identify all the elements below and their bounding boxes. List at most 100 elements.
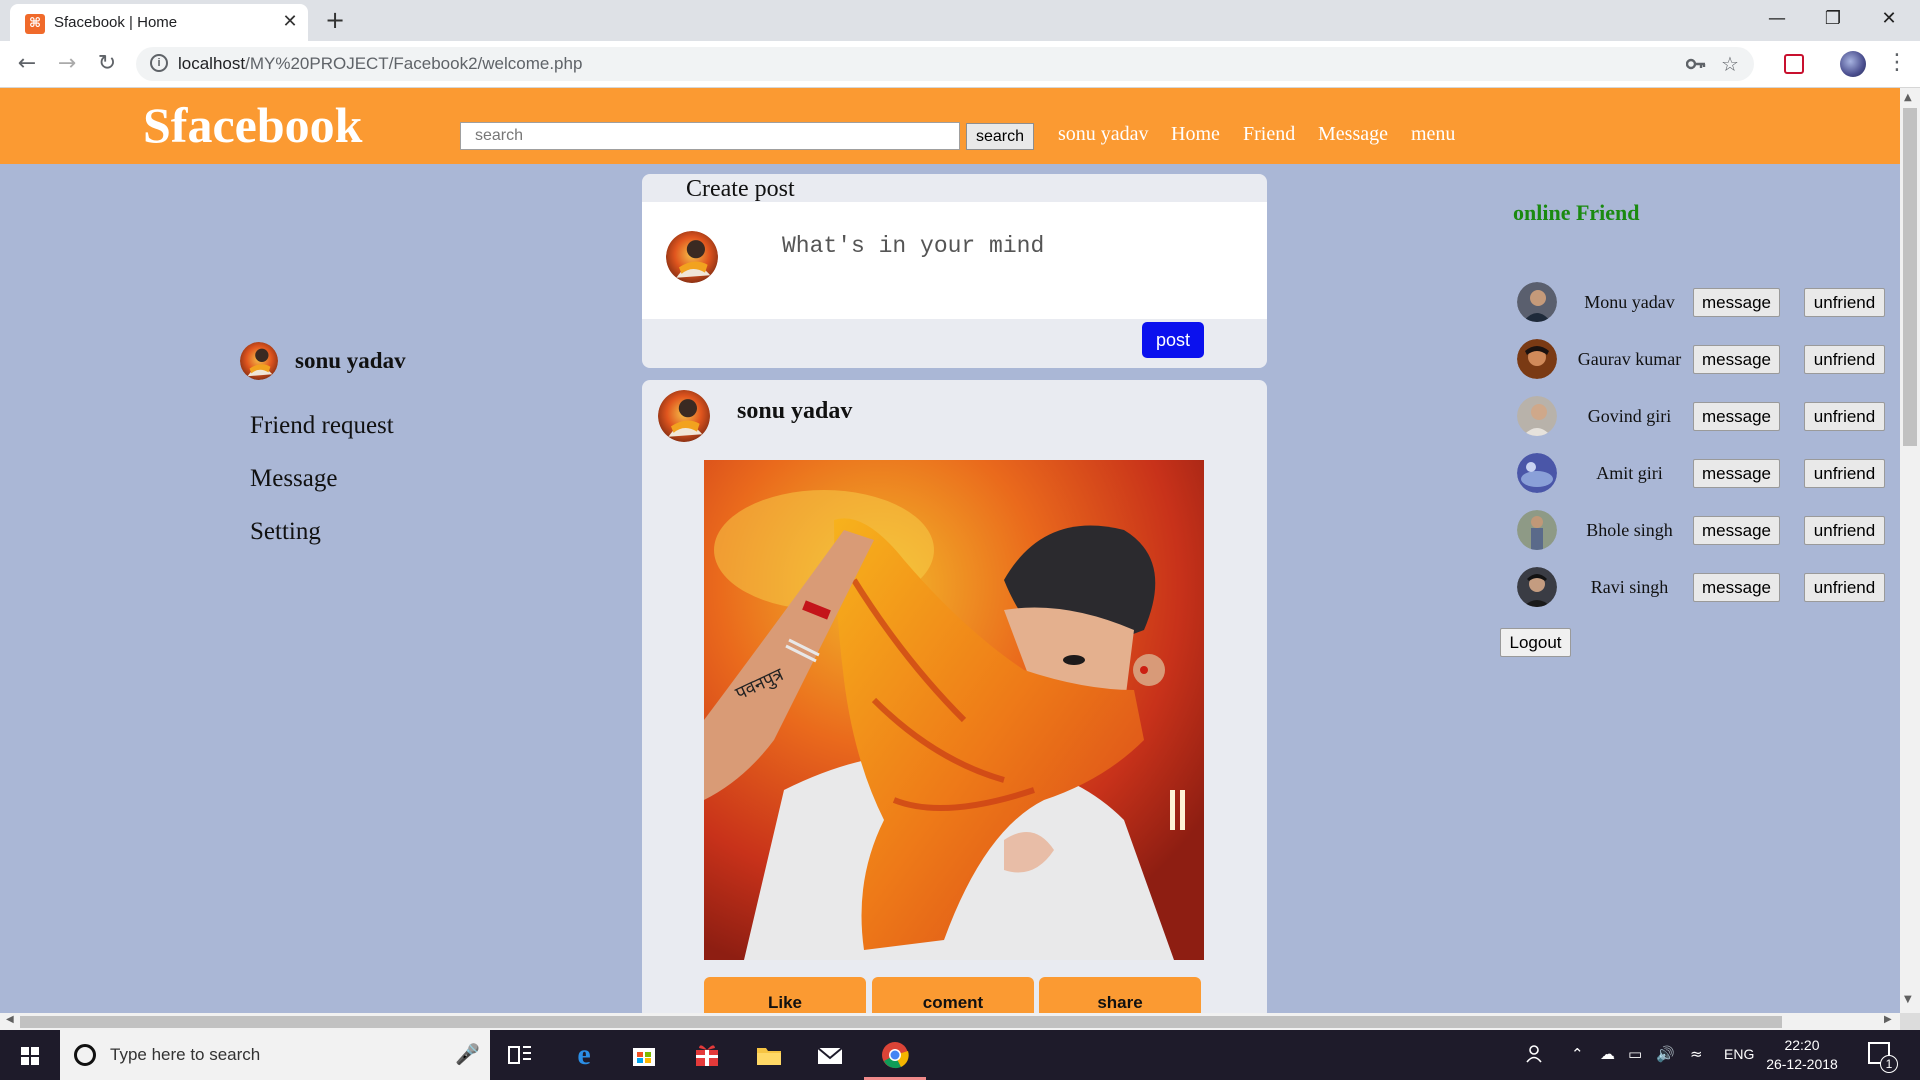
nav-link-message[interactable]: Message — [1318, 123, 1388, 146]
new-tab-icon[interactable]: + — [325, 6, 345, 34]
onedrive-icon[interactable]: ☁ — [1600, 1045, 1615, 1063]
friend-avatar[interactable] — [1517, 282, 1557, 322]
like-button[interactable]: Like — [704, 977, 866, 1017]
chrome-icon[interactable] — [878, 1038, 912, 1072]
friend-name[interactable]: Ravi singh — [1572, 577, 1687, 598]
message-friend-button[interactable]: message — [1693, 402, 1780, 431]
reload-icon[interactable]: ↻ — [92, 49, 122, 79]
search-button[interactable]: search — [966, 123, 1034, 150]
friend-avatar[interactable] — [1517, 510, 1557, 550]
profile-avatar[interactable] — [1840, 51, 1866, 77]
vertical-scroll-thumb[interactable] — [1903, 108, 1917, 446]
wifi-icon[interactable]: ≈ — [1690, 1045, 1703, 1063]
nav-link-profile[interactable]: sonu yadav — [1058, 123, 1149, 146]
friend-name[interactable]: Monu yadav — [1572, 292, 1687, 313]
search-input[interactable] — [460, 122, 960, 150]
windows-logo-icon — [21, 1047, 39, 1065]
gift-app-icon[interactable] — [690, 1038, 724, 1072]
mail-icon[interactable] — [813, 1038, 847, 1072]
unfriend-button[interactable]: unfriend — [1804, 402, 1885, 431]
composer-avatar — [666, 231, 718, 283]
people-icon[interactable] — [1526, 1044, 1546, 1064]
unfriend-button[interactable]: unfriend — [1804, 459, 1885, 488]
microphone-icon[interactable]: 🎤 — [455, 1042, 480, 1066]
share-button[interactable]: share — [1039, 977, 1201, 1017]
user-avatar[interactable] — [240, 342, 278, 380]
forward-icon[interactable]: → — [52, 49, 82, 79]
message-friend-button[interactable]: message — [1693, 288, 1780, 317]
setting-link[interactable]: Setting — [250, 518, 321, 546]
extension-icon[interactable] — [1784, 54, 1804, 74]
friend-avatar[interactable] — [1517, 396, 1557, 436]
unfriend-button[interactable]: unfriend — [1804, 288, 1885, 317]
create-post-card: Create post post — [642, 174, 1267, 368]
site-info-icon[interactable]: i — [150, 54, 168, 72]
back-icon[interactable]: ← — [12, 49, 42, 79]
message-friend-button[interactable]: message — [1693, 516, 1780, 545]
friend-avatar[interactable] — [1517, 453, 1557, 493]
create-post-title: Create post — [686, 176, 795, 202]
minimize-window-icon[interactable]: — — [1754, 4, 1800, 34]
browser-tab[interactable]: ⌘ Sfacebook | Home ✕ — [10, 4, 308, 41]
task-view-icon[interactable] — [503, 1038, 537, 1072]
clock-date: 26-12-2018 — [1766, 1056, 1838, 1072]
file-explorer-icon[interactable] — [752, 1038, 786, 1072]
start-button[interactable] — [0, 1030, 60, 1080]
friend-name[interactable]: Govind giri — [1572, 406, 1687, 427]
user-name[interactable]: sonu yadav — [295, 348, 406, 374]
friend-row: Amit giri message unfriend — [1517, 453, 1887, 493]
message-friend-button[interactable]: message — [1693, 573, 1780, 602]
bookmark-star-icon[interactable]: ☆ — [1721, 52, 1739, 76]
nav-link-home[interactable]: Home — [1171, 123, 1220, 146]
scroll-left-icon[interactable]: ◀ — [6, 1014, 14, 1025]
friend-name[interactable]: Bhole singh — [1572, 520, 1687, 541]
post-button[interactable]: post — [1142, 322, 1204, 358]
comment-button[interactable]: coment — [872, 977, 1034, 1017]
horizontal-scrollbar[interactable]: ◀ ▶ — [0, 1013, 1900, 1030]
restore-window-icon[interactable]: ❐ — [1810, 4, 1856, 34]
unfriend-button[interactable]: unfriend — [1804, 516, 1885, 545]
battery-icon[interactable]: ▭ — [1628, 1045, 1642, 1063]
unfriend-button[interactable]: unfriend — [1804, 345, 1885, 374]
store-icon[interactable] — [627, 1038, 661, 1072]
scroll-right-icon[interactable]: ▶ — [1884, 1014, 1892, 1025]
friend-row: Monu yadav message unfriend — [1517, 282, 1887, 322]
friend-name[interactable]: Gaurav kumar — [1572, 349, 1687, 370]
edge-browser-icon[interactable]: e — [567, 1038, 601, 1072]
close-window-icon[interactable]: ✕ — [1866, 4, 1912, 34]
windows-taskbar: Type here to search 🎤 e ⌃ ☁ ▭ 🔊 ≈ ENG 22… — [0, 1030, 1920, 1080]
friend-name[interactable]: Amit giri — [1572, 463, 1687, 484]
tab-title: Sfacebook | Home — [54, 14, 178, 31]
friend-request-link[interactable]: Friend request — [250, 412, 394, 440]
post-photo[interactable]: पवनपुत्र — [704, 460, 1204, 960]
taskbar-search-box[interactable]: Type here to search 🎤 — [60, 1030, 490, 1080]
volume-icon[interactable]: 🔊 — [1656, 1045, 1675, 1063]
language-indicator[interactable]: ENG — [1724, 1046, 1754, 1062]
site-logo[interactable]: Sfacebook — [143, 96, 362, 154]
post-author-avatar[interactable] — [658, 390, 710, 442]
post-text-input[interactable] — [782, 226, 1242, 266]
show-hidden-icons-icon[interactable]: ⌃ — [1571, 1045, 1584, 1063]
horizontal-scroll-thumb[interactable] — [20, 1016, 1782, 1028]
message-friend-button[interactable]: message — [1693, 345, 1780, 374]
message-friend-button[interactable]: message — [1693, 459, 1780, 488]
address-bar[interactable]: i localhost/MY%20PROJECT/Facebook2/welco… — [136, 47, 1754, 81]
post-author-name[interactable]: sonu yadav — [737, 398, 852, 425]
nav-link-friend[interactable]: Friend — [1243, 123, 1295, 146]
tab-close-icon[interactable]: ✕ — [280, 11, 300, 32]
vertical-scrollbar[interactable]: ▲ ▼ — [1900, 88, 1920, 1013]
key-icon[interactable] — [1686, 56, 1706, 72]
logout-button[interactable]: Logout — [1500, 628, 1571, 657]
nav-link-menu[interactable]: menu — [1411, 123, 1455, 146]
friend-avatar[interactable] — [1517, 567, 1557, 607]
url-text[interactable]: localhost/MY%20PROJECT/Facebook2/welcome… — [178, 54, 582, 74]
scroll-down-icon[interactable]: ▼ — [1904, 994, 1912, 1005]
scroll-up-icon[interactable]: ▲ — [1904, 92, 1912, 103]
unfriend-button[interactable]: unfriend — [1804, 573, 1885, 602]
system-clock[interactable]: 22:20 26-12-2018 — [1762, 1036, 1842, 1074]
friend-row: Govind giri message unfriend — [1517, 396, 1887, 436]
friend-avatar[interactable] — [1517, 339, 1557, 379]
message-link[interactable]: Message — [250, 465, 337, 493]
browser-menu-icon[interactable]: ⋮ — [1886, 50, 1908, 75]
clock-time: 22:20 — [1784, 1037, 1820, 1053]
